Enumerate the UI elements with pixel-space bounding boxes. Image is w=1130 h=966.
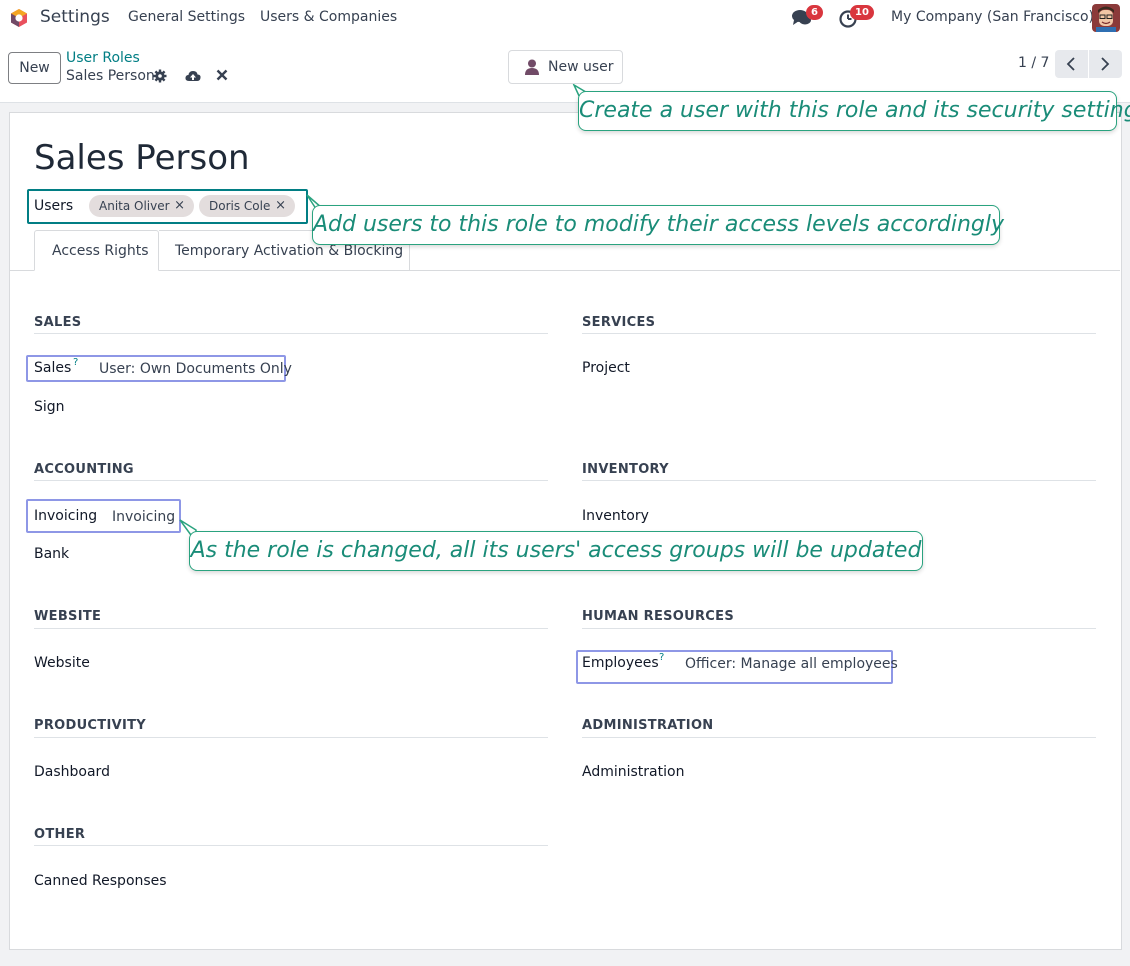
top-navbar: Settings General Settings Users & Compan… — [0, 0, 1130, 36]
section-divider — [34, 480, 548, 481]
help-tooltip-employees[interactable]: ? — [659, 652, 664, 663]
tab-label: Access Rights — [52, 243, 149, 259]
save-cloud-icon[interactable] — [185, 69, 201, 83]
section-divider — [582, 480, 1096, 481]
tooltip-role-change: As the role is changed, all its users' a… — [189, 531, 923, 571]
section-divider — [582, 333, 1096, 334]
pager-next-button[interactable] — [1089, 50, 1122, 78]
close-icon[interactable]: × — [275, 195, 286, 217]
user-tag-label: Doris Cole — [209, 199, 271, 213]
chevron-left-icon — [1066, 57, 1075, 71]
users-label: Users — [34, 198, 74, 214]
field-label-dashboard: Dashboard — [34, 764, 110, 780]
section-divider — [34, 737, 548, 738]
close-icon[interactable]: × — [174, 195, 185, 217]
tab-label: Temporary Activation & Blocking — [175, 243, 404, 259]
menu-users-companies[interactable]: Users & Companies — [260, 9, 397, 25]
field-label-sales: Sales — [34, 360, 72, 376]
chat-count-badge: 6 — [806, 5, 823, 20]
field-label-sign: Sign — [34, 399, 65, 415]
company-switcher[interactable]: My Company (San Francisco) — [891, 9, 1094, 25]
chevron-right-icon — [1101, 57, 1110, 71]
app-name[interactable]: Settings — [40, 7, 110, 27]
menu-general-settings[interactable]: General Settings — [128, 9, 245, 25]
activity-count-badge: 10 — [850, 5, 874, 20]
gear-icon[interactable] — [153, 69, 167, 83]
user-tag[interactable]: Doris Cole × — [199, 195, 295, 217]
section-title-productivity: PRODUCTIVITY — [34, 718, 146, 733]
section-divider — [34, 845, 548, 846]
tab-access-rights[interactable]: Access Rights — [34, 230, 159, 271]
help-tooltip-sales[interactable]: ? — [73, 357, 78, 368]
user-tag[interactable]: Anita Oliver × — [89, 195, 194, 217]
field-label-invoicing: Invoicing — [34, 508, 98, 524]
field-label-project: Project — [582, 360, 630, 376]
tooltip-text: Add users to this role to modify their a… — [313, 212, 1005, 237]
field-label-canned-responses: Canned Responses — [34, 873, 167, 889]
discard-icon[interactable] — [216, 69, 228, 81]
user-tag-label: Anita Oliver — [99, 199, 170, 213]
section-title-human-resources: HUMAN RESOURCES — [582, 609, 734, 624]
breadcrumb-user-roles[interactable]: User Roles — [66, 50, 140, 66]
user-avatar[interactable] — [1092, 4, 1120, 32]
field-label-administration: Administration — [582, 764, 685, 780]
role-name-field[interactable]: Sales Person — [34, 138, 250, 178]
breadcrumb-current: Sales Person — [66, 68, 155, 84]
pager-previous-button[interactable] — [1055, 50, 1088, 78]
pager-value[interactable]: 1 / 7 — [1018, 55, 1049, 71]
field-label-employees: Employees — [582, 655, 659, 671]
odoo-app-icon[interactable] — [9, 8, 29, 28]
section-title-administration: ADMINISTRATION — [582, 718, 714, 733]
new-button[interactable]: New — [8, 52, 61, 84]
field-label-bank: Bank — [34, 546, 70, 562]
section-divider — [582, 737, 1096, 738]
section-title-website: WEBSITE — [34, 609, 102, 624]
employees-access-select[interactable]: Officer: Manage all employees — [685, 656, 898, 672]
section-title-accounting: ACCOUNTING — [34, 462, 134, 477]
tooltip-text: Create a user with this role and its sec… — [579, 98, 1130, 123]
invoicing-access-select[interactable]: Invoicing — [112, 509, 175, 525]
sales-access-select[interactable]: User: Own Documents Only — [99, 361, 292, 377]
new-user-label: New user — [548, 59, 614, 75]
new-user-button[interactable]: New user — [508, 50, 623, 84]
field-label-website: Website — [34, 655, 90, 671]
section-title-other: OTHER — [34, 827, 86, 842]
tooltip-users: Add users to this role to modify their a… — [312, 205, 1005, 245]
section-title-inventory: INVENTORY — [582, 462, 669, 477]
field-label-inventory: Inventory — [582, 508, 649, 524]
section-title-services: SERVICES — [582, 315, 656, 330]
user-icon — [525, 59, 539, 75]
tooltip-text: As the role is changed, all its users' a… — [190, 538, 922, 563]
section-divider — [34, 628, 548, 629]
section-title-sales: SALES — [34, 315, 82, 330]
tooltip-new-user: Create a user with this role and its sec… — [578, 91, 1130, 131]
section-divider — [582, 628, 1096, 629]
section-divider — [34, 333, 548, 334]
